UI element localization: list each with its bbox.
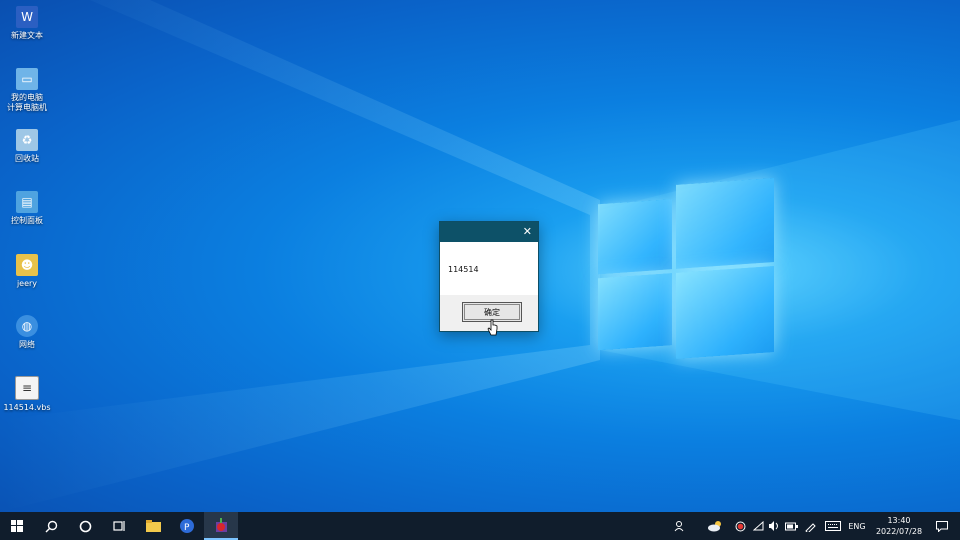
desktop-icon-label: jeery xyxy=(16,279,38,288)
tray-language[interactable]: ENG xyxy=(846,512,868,540)
cortana-button[interactable] xyxy=(68,512,102,540)
close-icon[interactable]: ✕ xyxy=(523,225,532,238)
taskbar-file-explorer[interactable] xyxy=(136,512,170,540)
desktop-icon-label: 114514.vbs xyxy=(3,403,51,412)
windows-logo-wallpaper xyxy=(598,174,778,367)
search-button[interactable] xyxy=(34,512,68,540)
desktop-icon-label: 我的电脑 计算电脑机 xyxy=(7,93,47,112)
computer-icon: ▭ xyxy=(16,68,38,90)
tray-keyboard-icon[interactable] xyxy=(822,512,844,540)
app-p-icon: P xyxy=(180,519,194,533)
desktop-icon-label: 新建文本 xyxy=(11,31,43,40)
taskbar: P ENG 13:40 2022/07/28 xyxy=(0,512,960,540)
desktop-icon-vbs-script[interactable]: ≡ 114514.vbs xyxy=(0,376,54,413)
desktop-icon-label: 网络 xyxy=(19,340,35,349)
desktop-icon-computer[interactable]: ▭ 我的电脑 计算电脑机 xyxy=(0,68,54,113)
desktop-icon-user-folder[interactable]: ☻ jeery xyxy=(0,254,54,289)
desktop-icon-control-panel[interactable]: ▤ 控制面板 xyxy=(0,191,54,226)
tray-record-icon[interactable] xyxy=(732,512,748,540)
tray-volume-icon[interactable] xyxy=(766,512,782,540)
mouse-cursor-icon xyxy=(487,319,498,336)
tray-weather-icon[interactable] xyxy=(704,512,726,540)
start-button[interactable] xyxy=(0,512,34,540)
tray-people-icon[interactable] xyxy=(670,512,690,540)
taskbar-clock[interactable]: 13:40 2022/07/28 xyxy=(868,515,930,537)
taskbar-active-app[interactable] xyxy=(204,512,238,540)
search-icon xyxy=(45,520,57,532)
user-folder-icon: ☻ xyxy=(16,254,38,276)
desktop-icon-label: 回收站 xyxy=(15,154,39,163)
desktop-icon-network[interactable]: ◍ 网络 xyxy=(0,315,54,350)
clock-time: 13:40 xyxy=(887,516,911,525)
taskbar-app-p[interactable]: P xyxy=(170,512,204,540)
task-view-icon xyxy=(112,521,125,531)
script-host-icon xyxy=(215,518,227,532)
folder-icon xyxy=(145,520,161,532)
windows-start-icon xyxy=(11,520,23,532)
tray-battery-icon[interactable] xyxy=(782,512,800,540)
task-view-button[interactable] xyxy=(102,512,136,540)
network-icon: ◍ xyxy=(16,315,38,337)
svg-text:P: P xyxy=(184,523,190,533)
message-box-dialog: ✕ 114514 确定 xyxy=(439,221,539,332)
desktop-icon-label: 控制面板 xyxy=(11,216,43,225)
word-document-icon: W xyxy=(16,6,38,28)
tray-pen-icon[interactable] xyxy=(802,512,818,540)
script-file-icon: ≡ xyxy=(15,376,39,400)
desktop-icon-word-doc[interactable]: W 新建文本 xyxy=(0,6,54,41)
desktop-icon-recycle-bin[interactable]: ♻ 回收站 xyxy=(0,129,54,164)
action-center-button[interactable] xyxy=(930,512,954,540)
control-panel-icon: ▤ xyxy=(16,191,38,213)
tray-network-icon[interactable] xyxy=(750,512,766,540)
clock-date: 2022/07/28 xyxy=(875,527,923,536)
dialog-message: 114514 xyxy=(448,265,479,274)
recycle-bin-icon: ♻ xyxy=(16,129,38,151)
notification-icon xyxy=(936,520,948,532)
cortana-circle-icon xyxy=(79,520,91,532)
dialog-titlebar[interactable]: ✕ xyxy=(440,222,538,242)
